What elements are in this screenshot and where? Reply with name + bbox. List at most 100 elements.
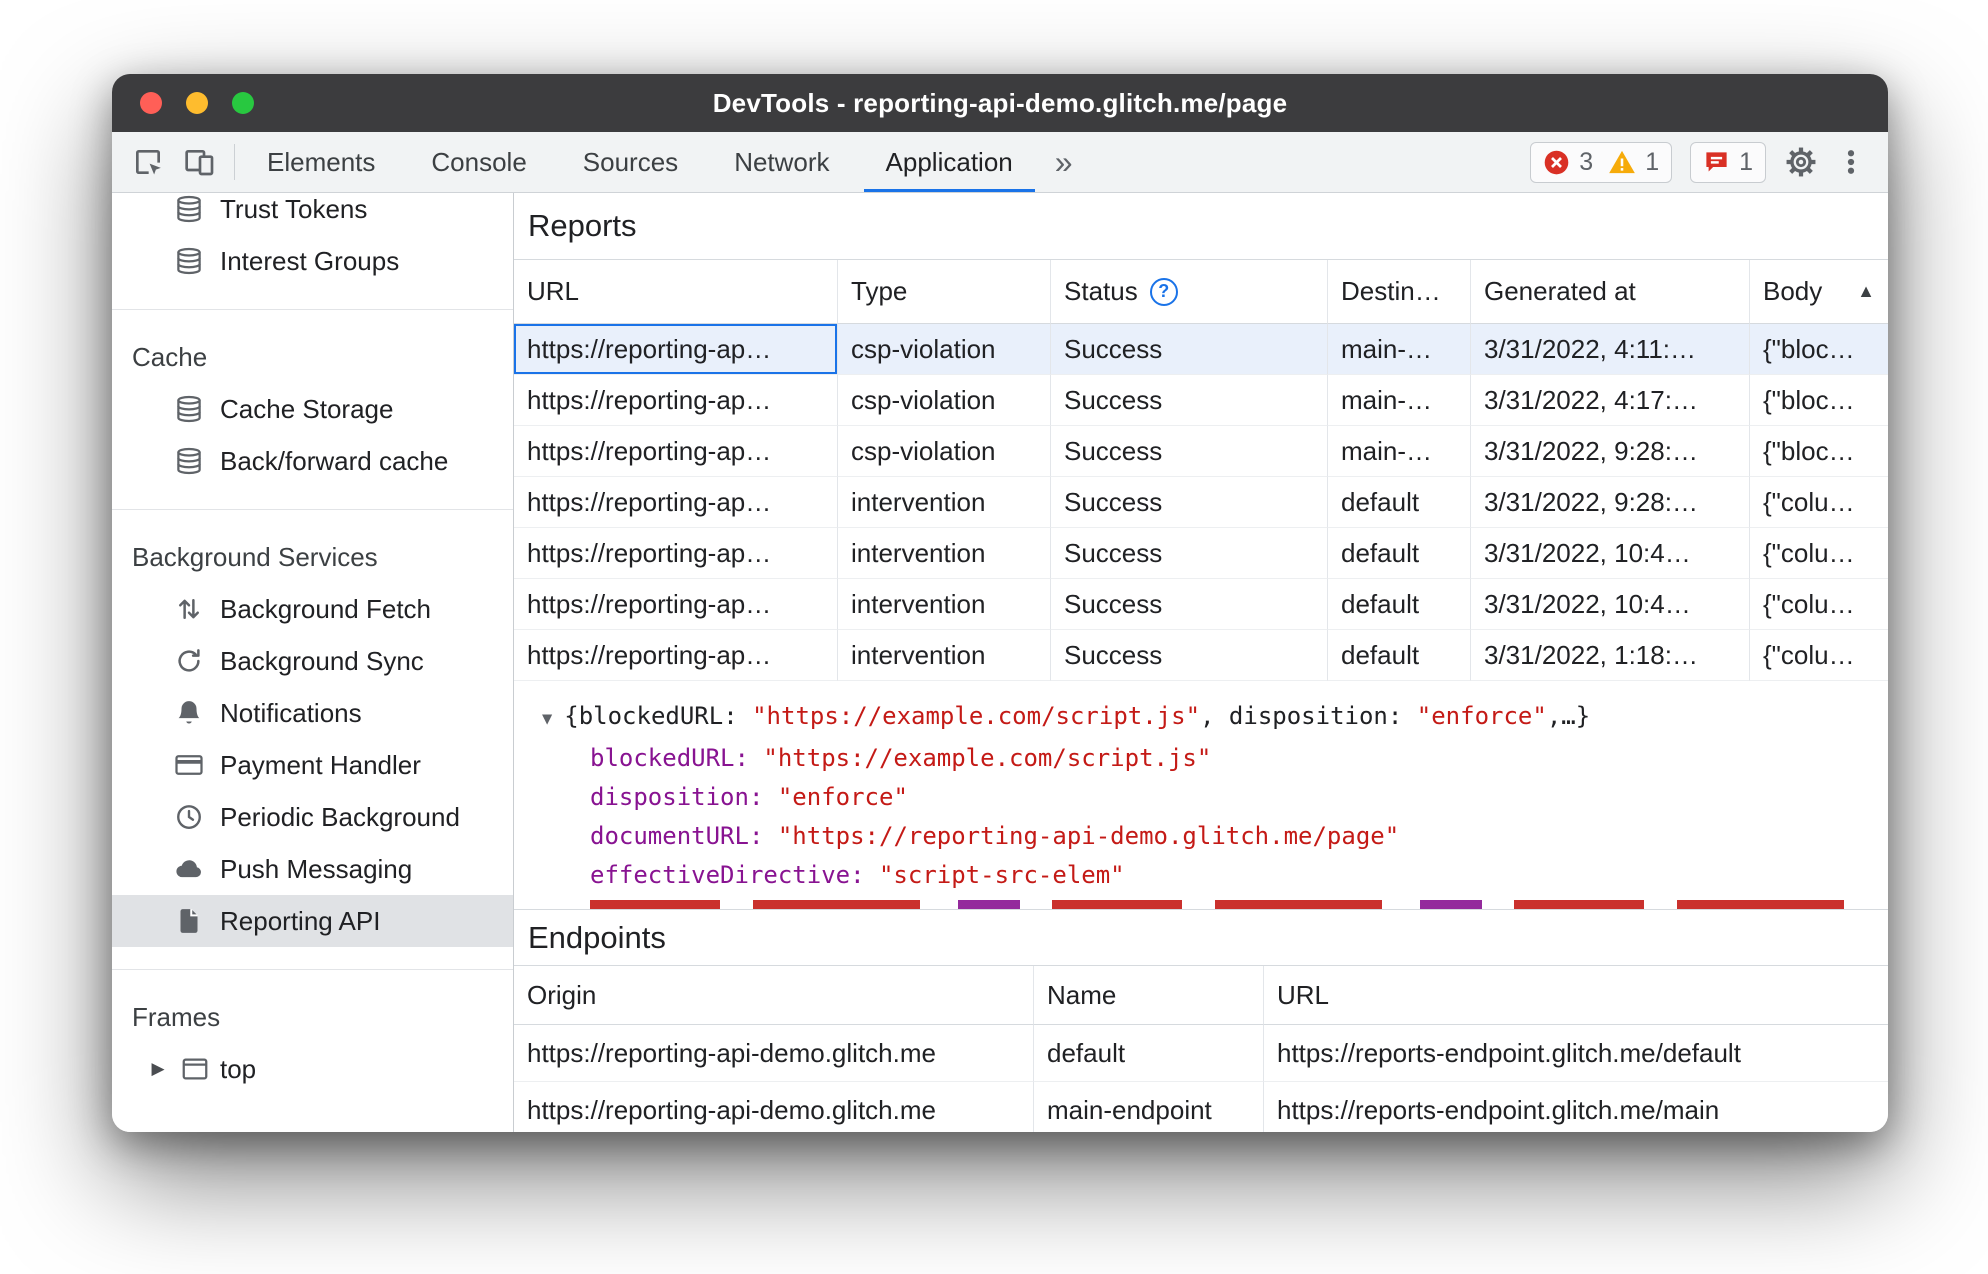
cell-type: csp-violation [838,324,1051,375]
sidebar-item-interest-groups[interactable]: Interest Groups [112,235,513,287]
cell-url: https://reporting-ap… [514,579,838,630]
cloud-icon [174,854,204,884]
more-tabs-button[interactable]: » [1041,132,1087,192]
toolbar-divider [234,144,235,180]
cell-destination: main-… [1328,375,1471,426]
cell-body: {"bloc… [1750,426,1888,477]
minimize-window-button[interactable] [186,92,208,114]
cell-body: {"colu… [1750,528,1888,579]
cell-destination: default [1328,579,1471,630]
console-status-badge[interactable]: 3 1 [1530,141,1673,183]
database-icon [174,394,204,424]
report-body-preview: ▼ {blockedURL: "https://example.com/scrip… [514,681,1888,909]
tab-sources[interactable]: Sources [555,132,706,192]
cell-status: Success [1051,477,1328,528]
sidebar-item-periodic-background-sync[interactable]: Periodic Background [112,791,513,843]
devtools-window: DevTools - reporting-api-demo.glitch.me/… [112,74,1888,1132]
cell-generated-at: 3/31/2022, 1:18:… [1471,630,1750,681]
traffic-lights [140,92,254,114]
issues-icon [1703,149,1730,176]
property-row: blockedURL: "https://example.com/script.… [590,744,1212,772]
cell-type: csp-violation [838,426,1051,477]
database-icon [174,446,204,476]
menu-button[interactable] [1836,147,1866,177]
column-header-status[interactable]: Status? [1051,260,1328,324]
sidebar-item-back-forward-cache[interactable]: Back/forward cache [112,435,513,487]
cell-generated-at: 3/31/2022, 10:4… [1471,579,1750,630]
tab-network[interactable]: Network [706,132,857,192]
tab-console[interactable]: Console [403,132,554,192]
column-header-type[interactable]: Type [838,260,1051,324]
endpoints-heading: Endpoints [514,909,1888,965]
sidebar-section-background-services: Background Services [132,541,378,572]
tab-application[interactable]: Application [858,132,1041,192]
clipped-property-row [590,900,1850,909]
cell-body: {"colu… [1750,477,1888,528]
zoom-window-button[interactable] [232,92,254,114]
column-header-origin[interactable]: Origin [514,966,1034,1025]
sidebar-item-cache-storage[interactable]: Cache Storage [112,383,513,435]
cell-generated-at: 3/31/2022, 9:28:… [1471,426,1750,477]
sidebar-item-reporting-api[interactable]: Reporting API [112,895,513,947]
column-header-url[interactable]: URL [1264,966,1888,1025]
frame-icon [180,1054,210,1084]
property-row: effectiveDirective: "script-src-elem" [590,861,1125,889]
cell-destination: default [1328,630,1471,681]
issues-badge[interactable]: 1 [1690,141,1766,183]
sort-ascending-icon: ▲ [1857,281,1875,301]
object-preview-line: ▼ {blockedURL: "https://example.com/scrip… [542,702,1591,730]
cell-type: intervention [838,477,1051,528]
column-header-name[interactable]: Name [1034,966,1264,1025]
cell-type: csp-violation [838,375,1051,426]
sidebar-item-background-sync[interactable]: Background Sync [112,635,513,687]
warning-count: 1 [1645,147,1660,176]
database-icon [174,246,204,276]
cell-generated-at: 3/31/2022, 4:11:… [1471,324,1750,375]
cell-body: {"colu… [1750,579,1888,630]
desktop-background: DevTools - reporting-api-demo.glitch.me/… [0,0,1988,1274]
close-window-button[interactable] [140,92,162,114]
sidebar-item-background-fetch[interactable]: Background Fetch [112,583,513,635]
sidebar-item-trust-tokens[interactable]: Trust Tokens [112,193,513,235]
cell-status: Success [1051,426,1328,477]
property-row: disposition: "enforce" [590,783,908,811]
settings-button[interactable] [1784,145,1818,179]
refresh-icon [174,646,204,676]
cell-origin: https://reporting-api-demo.glitch.me [514,1082,1034,1132]
cell-status: Success [1051,579,1328,630]
gear-icon [1784,145,1818,179]
cell-destination: main-… [1328,426,1471,477]
sidebar-item-push-messaging[interactable]: Push Messaging [112,843,513,895]
sidebar-item-payment-handler[interactable]: Payment Handler [112,739,513,791]
cell-url: https://reporting-ap… [514,477,838,528]
property-row: documentURL: "https://reporting-api-demo… [590,822,1400,850]
warning-icon [1608,149,1636,175]
cell-status: Success [1051,630,1328,681]
sidebar-divider [112,947,513,991]
tab-elements[interactable]: Elements [239,132,403,192]
cell-url: https://reporting-ap… [514,375,838,426]
column-header-generated-at[interactable]: Generated at [1471,260,1750,324]
help-icon[interactable]: ? [1149,277,1178,306]
double-chevron-icon: » [1054,143,1073,180]
application-sidebar: Trust Tokens Interest Groups Cache Cache… [112,193,514,1132]
sidebar-item-top-frame[interactable]: ▶ top [112,1043,513,1095]
cell-url: https://reporting-ap… [514,528,838,579]
window-title: DevTools - reporting-api-demo.glitch.me/… [712,87,1288,118]
device-toolbar-button[interactable] [184,146,216,178]
clock-icon [174,802,204,832]
sidebar-item-notifications[interactable]: Notifications [112,687,513,739]
issue-count: 1 [1739,147,1753,176]
inspect-element-button[interactable] [132,146,164,178]
sidebar-divider [112,487,513,531]
cell-status: Success [1051,528,1328,579]
sidebar-section-frames: Frames [132,1001,221,1032]
kebab-menu-icon [1836,147,1866,177]
column-header-url[interactable]: URL [514,260,838,324]
cell-body: {"bloc… [1750,324,1888,375]
sidebar-section-cache: Cache [132,341,208,372]
column-header-destination[interactable]: Destin… [1328,260,1471,324]
column-header-body[interactable]: Body ▲ [1750,260,1888,324]
expand-arrow-icon[interactable]: ▶ [146,1059,170,1079]
collapse-triangle-icon[interactable]: ▼ [542,709,552,729]
